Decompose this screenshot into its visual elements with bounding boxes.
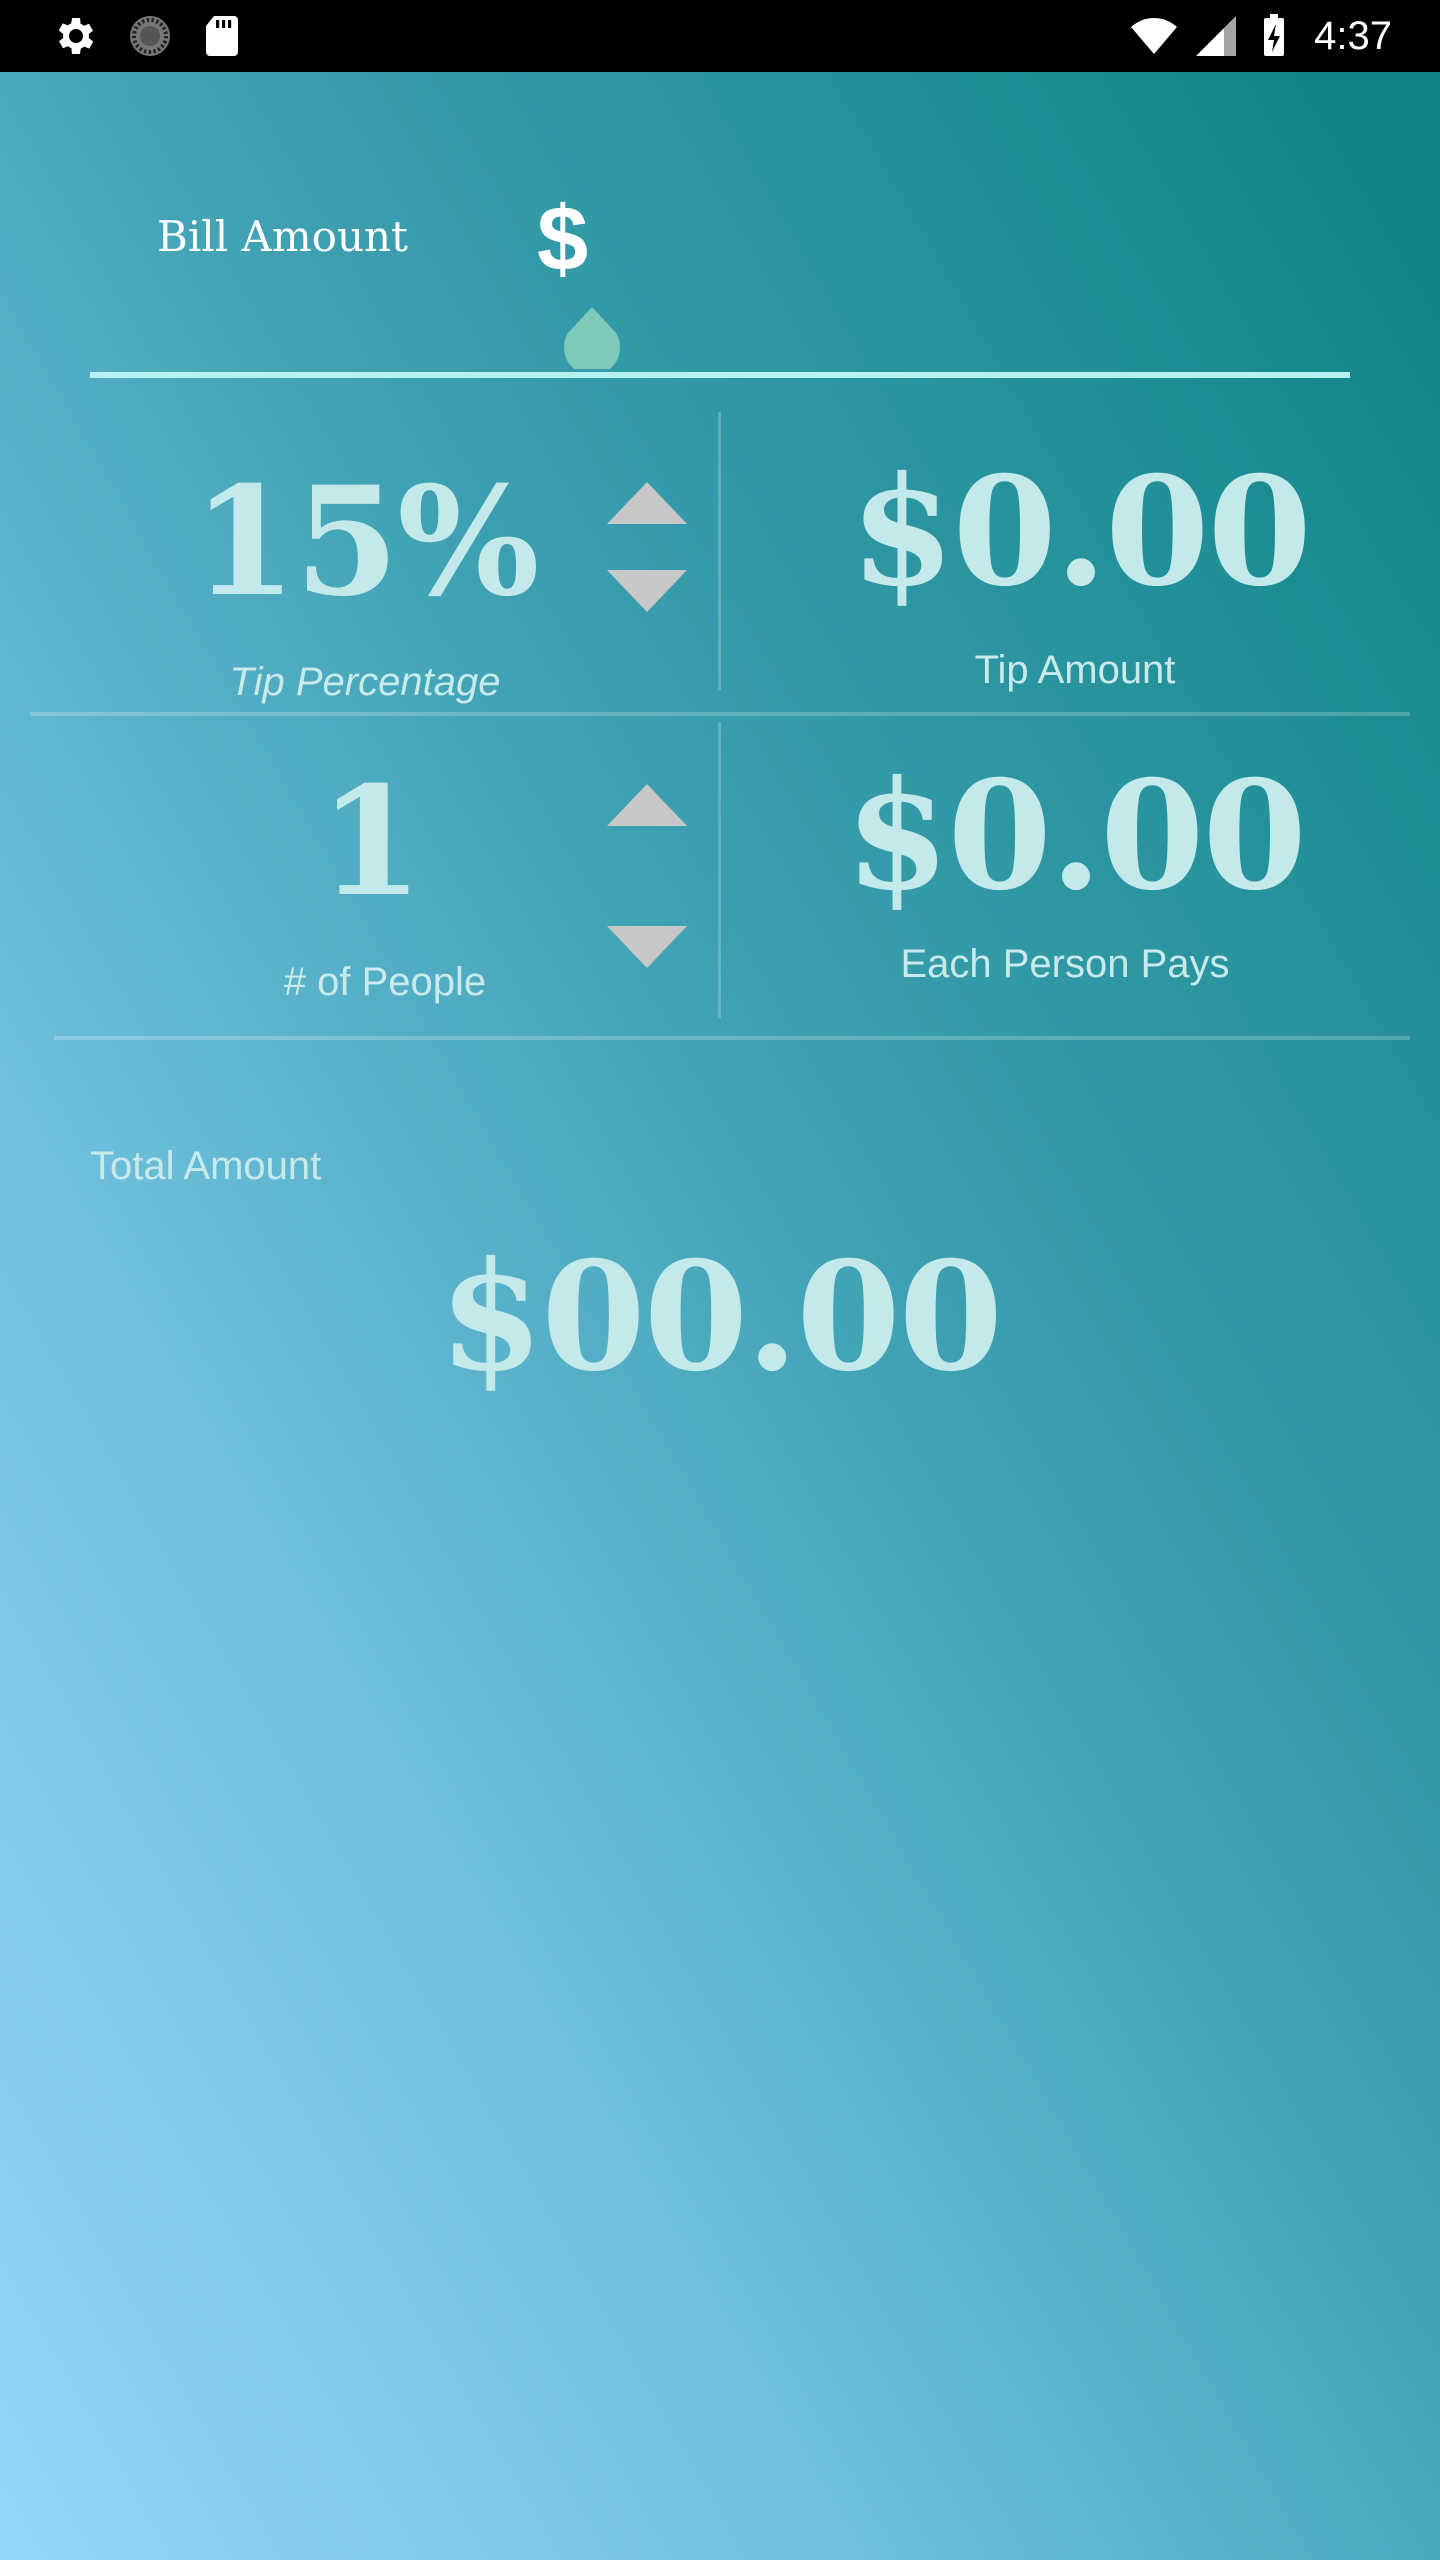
battery-charging-icon [1264,14,1284,56]
sd-card-icon [206,16,238,56]
text-cursor-handle[interactable] [562,307,622,369]
people-decrease-button[interactable] [607,926,687,968]
tip-percentage-label: Tip Percentage [229,660,501,704]
tip-decrease-button[interactable] [607,570,687,612]
total-amount-label: Total Amount [90,1144,322,1188]
tip-percentage-value: 15% [192,454,539,630]
wifi-icon [1131,18,1177,54]
horizontal-divider [54,1036,1410,1040]
tip-calculator-screen: Bill Amount $ 15% Tip Percentage $0.00 T… [0,72,1440,2560]
clock: 4:37 [1314,14,1392,58]
each-person-pays-label: Each Person Pays [900,942,1230,986]
bill-amount-input[interactable] [90,372,1350,378]
horizontal-divider [30,712,1410,716]
people-increase-button[interactable] [607,784,687,826]
people-count-value: 1 [318,754,423,930]
total-amount-value: $00.00 [438,1229,1003,1405]
gear-icon [58,18,94,54]
tip-amount-label: Tip Amount [974,648,1176,692]
currency-symbol: $ [537,188,589,290]
each-person-pays-value: $0.00 [845,748,1307,924]
tip-amount-value: $0.00 [850,444,1312,620]
vertical-divider [718,412,721,690]
signal-icon [1196,16,1236,56]
vertical-divider [718,722,721,1018]
tip-increase-button[interactable] [607,482,687,524]
status-bar: 4:37 [0,0,1440,72]
people-count-label: # of People [283,960,487,1004]
bill-amount-label: Bill Amount [157,212,408,261]
spinner-icon [130,16,170,56]
